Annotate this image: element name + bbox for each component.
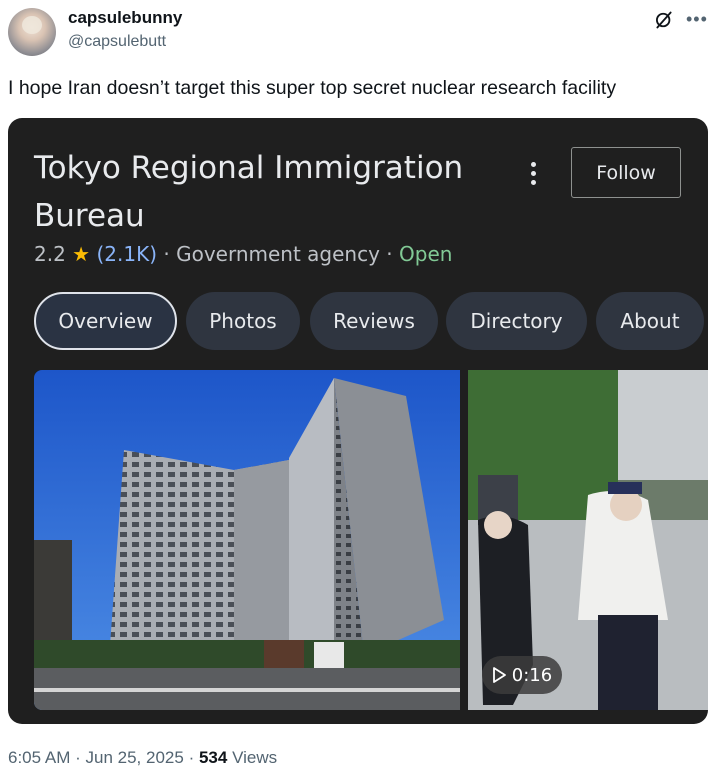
tweet-date[interactable]: Jun 25, 2025 (86, 748, 184, 767)
category-label: Government agency (176, 242, 380, 266)
timestamp-line: 6:05 AM · Jun 25, 2025 · 534 Views (8, 748, 277, 768)
place-meta: 2.2 ★ (2.1K) · Government agency · Open (34, 242, 452, 266)
building-photo[interactable] (34, 370, 460, 710)
star-icon: ★ (72, 242, 91, 266)
play-icon (492, 667, 506, 683)
tweet-text: I hope Iran doesn’t target this super to… (8, 77, 617, 99)
review-count-link[interactable]: (2.1K) (96, 242, 157, 266)
follow-button[interactable]: Follow (571, 147, 681, 198)
place-card[interactable]: Tokyo Regional Immigration Bureau Follow… (8, 118, 708, 724)
open-status: Open (399, 242, 453, 266)
separator: · (163, 242, 170, 266)
tab-reviews[interactable]: Reviews (310, 292, 438, 350)
tweet-time[interactable]: 6:05 AM (8, 748, 70, 767)
tab-about[interactable]: About (596, 292, 704, 350)
tab-overview[interactable]: Overview (34, 292, 177, 350)
more-icon[interactable]: ••• (686, 9, 708, 30)
separator: · (75, 748, 81, 767)
kebab-menu-icon[interactable] (523, 158, 543, 190)
tab-photos[interactable]: Photos (186, 292, 300, 350)
separator: · (386, 242, 393, 266)
video-duration: 0:16 (511, 664, 553, 686)
views-count: 534 (198, 748, 228, 767)
separator: · (188, 748, 195, 767)
tab-directory[interactable]: Directory (446, 292, 587, 350)
handle[interactable]: @capsulebutt (68, 33, 166, 51)
avatar[interactable] (8, 8, 56, 56)
views-label: Views (232, 748, 278, 767)
display-name[interactable]: capsulebunny (68, 8, 182, 28)
grok-icon[interactable] (654, 10, 674, 30)
place-title: Tokyo Regional Immigration Bureau (34, 150, 464, 234)
rating-value: 2.2 (34, 242, 66, 266)
video-play-button[interactable]: 0:16 (482, 656, 562, 694)
